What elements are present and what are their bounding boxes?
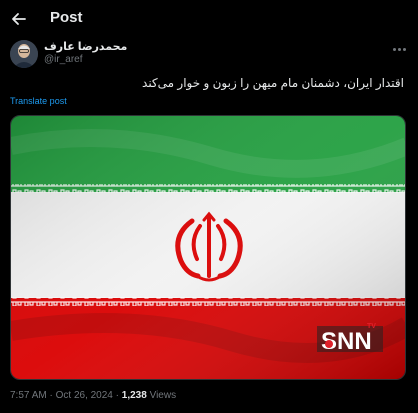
page-title: Post [50,9,83,26]
more-dot-icon [392,47,396,51]
post-date[interactable]: Oct 26, 2024 [56,390,113,401]
svg-text:SNN: SNN [321,328,372,352]
snn-watermark: SNN TV [317,320,383,352]
arrow-left-icon [12,13,26,25]
more-options-button[interactable] [390,42,408,56]
svg-text:TV: TV [367,323,376,330]
post-media[interactable]: SNN TV [10,115,406,380]
views-label: Views [149,390,177,401]
meta-separator: · [115,390,119,401]
views-count: 1,238 [121,390,147,401]
avatar[interactable] [10,40,38,68]
meta-separator: · [49,390,53,401]
translate-post-link[interactable]: Translate post [10,96,67,106]
post-metadata: 7:57 AM · Oct 26, 2024 · 1,238 Views [10,390,176,401]
author-handle[interactable]: @ir_aref [44,54,83,65]
more-dot-icon [402,47,406,51]
snn-logo-icon: SNN TV [317,323,383,352]
post-text: اقتدار ایران، دشمنان مام میهن را زبون و … [142,76,404,90]
avatar-image [10,40,38,68]
author-name[interactable]: محمدرضا عارف [44,40,127,53]
more-dot-icon [397,47,401,51]
top-bar: Post [0,0,418,36]
post-time[interactable]: 7:57 AM [10,390,47,401]
back-button[interactable] [8,8,30,30]
